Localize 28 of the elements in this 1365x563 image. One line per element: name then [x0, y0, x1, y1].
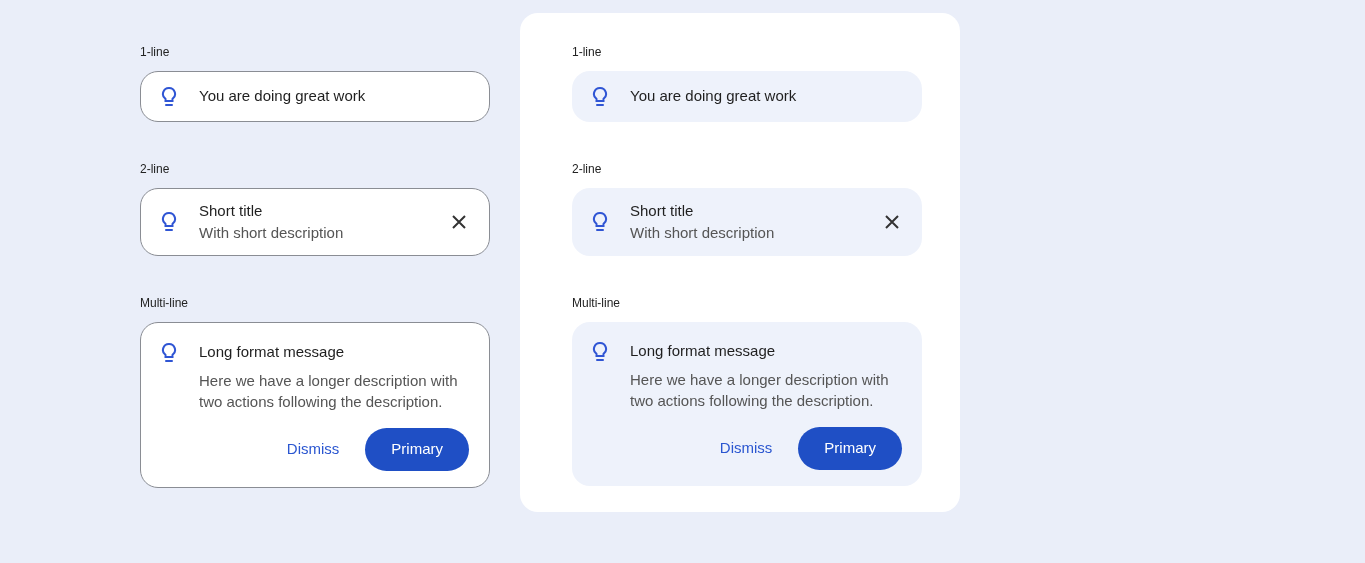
- banner-title: Long format message: [199, 342, 346, 362]
- section-label: 1-line: [140, 44, 171, 61]
- banner-title: Short title: [199, 200, 264, 221]
- lightbulb-icon: [592, 85, 608, 108]
- lightbulb-icon: [161, 85, 177, 108]
- text-button[interactable]: Dismiss: [709, 426, 783, 470]
- lightbulb-icon: [161, 342, 177, 364]
- banner-title: Long format message: [630, 341, 777, 361]
- lightbulb-icon: [592, 341, 608, 363]
- close-icon: [451, 214, 467, 230]
- banner-title: You are doing great work: [630, 86, 798, 107]
- section-label: Multi-line: [140, 295, 189, 312]
- text-button[interactable]: Dismiss: [276, 427, 350, 471]
- section-label: Multi-line: [572, 295, 621, 312]
- banner-description: With short description: [630, 223, 776, 243]
- banner-description: Here we have a longer description with two actions following the description.: [199, 370, 459, 412]
- banner-description: Here we have a longer description with two actions following the description.: [630, 369, 890, 411]
- banner-title: Short title: [630, 200, 695, 221]
- primary-button[interactable]: Primary: [365, 427, 469, 471]
- section-label: 1-line: [572, 44, 603, 61]
- section-label: 2-line: [572, 161, 603, 178]
- section-label: 2-line: [140, 161, 171, 178]
- lightbulb-icon: [161, 211, 177, 233]
- banner-description: With short description: [199, 223, 345, 243]
- close-icon: [884, 214, 900, 230]
- primary-button[interactable]: Primary: [798, 426, 902, 470]
- lightbulb-icon: [592, 211, 608, 233]
- banner-title: You are doing great work: [199, 86, 367, 107]
